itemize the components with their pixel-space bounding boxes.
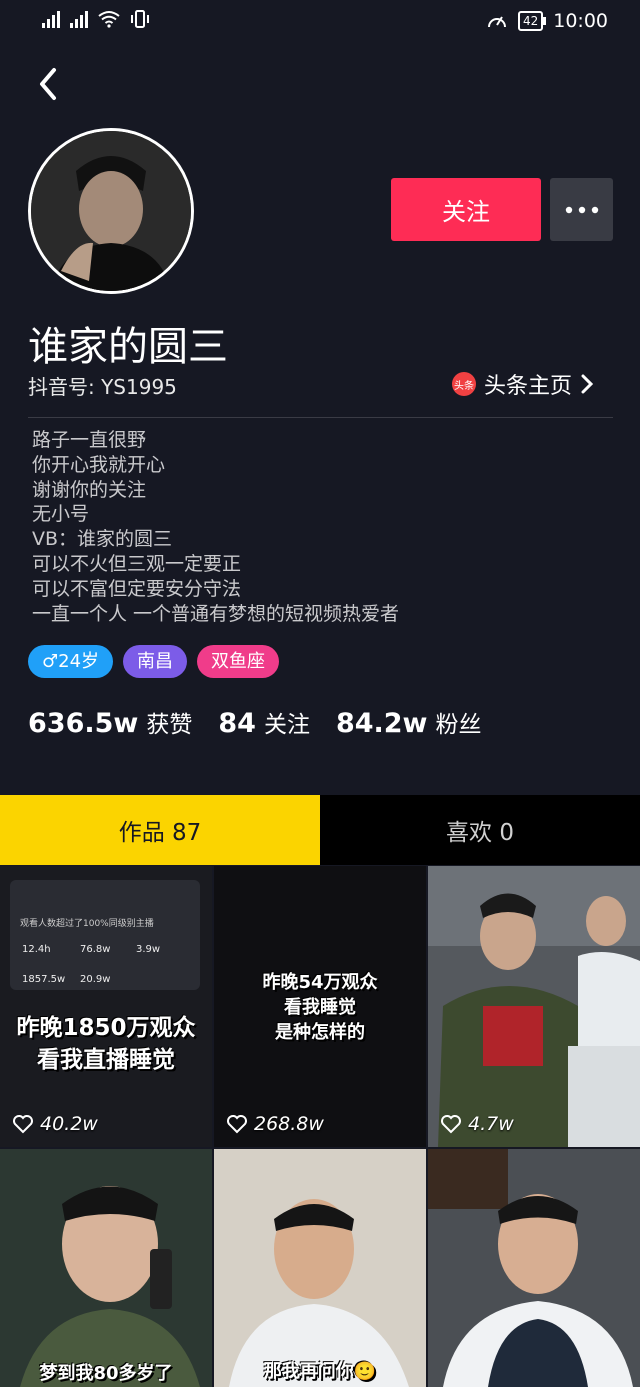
toutiao-label: 头条主页 [484, 374, 573, 399]
status-time: 10:00 [553, 10, 608, 32]
video-likes: 40.2w [12, 1113, 98, 1135]
profile-stats: 636.5w 获赞 84 关注 84.2w 粉丝 [28, 705, 482, 739]
bio-line: 谢谢你的关注 [32, 478, 147, 501]
status-bar: 42 10:00 [0, 0, 640, 46]
tag-age: ♂24岁 [28, 645, 114, 678]
video-thumb[interactable]: 4.7w [428, 866, 640, 1147]
video-caption: 昨晚1850万观众 看我直播睡觉 [16, 1015, 196, 1073]
battery-icon: 42 [517, 11, 547, 31]
cell-signal-icon-2 [70, 10, 88, 28]
douyin-id: 抖音号: YS1995 [28, 375, 177, 399]
follow-button[interactable]: 关注 [391, 178, 541, 241]
mini-stat: 76.8w [80, 944, 111, 955]
tag-location: 南昌 [123, 645, 188, 678]
likes-count: 268.8w [254, 1113, 324, 1135]
video-frame [0, 1149, 212, 1387]
profile-name: 谁家的圆三 [28, 324, 228, 370]
stat-label: 关注 [263, 712, 310, 738]
bio-line: 可以不火但三观一定要正 [32, 552, 242, 575]
more-button[interactable] [550, 178, 613, 241]
mini-stat: 1857.5w [22, 974, 66, 985]
chevron-right-icon [581, 374, 594, 394]
video-caption: 昨晚54万观众 看我睡觉 是种怎样的 [262, 972, 378, 1043]
stat-value: 636.5w [28, 708, 139, 739]
tag-zodiac: 双鱼座 [197, 645, 280, 678]
bio-line: 无小号 [32, 503, 90, 526]
mini-stat: 20.9w [80, 974, 111, 985]
stat-value: 84 [218, 708, 256, 739]
video-likes: 4.7w [440, 1113, 514, 1135]
mini-stat: 12.4h [22, 944, 51, 955]
bio-line: 路子一直很野 [32, 429, 147, 451]
video-thumb[interactable]: 梦到我80多岁了 [0, 1149, 212, 1387]
avatar[interactable] [28, 128, 194, 294]
stat-label: 获赞 [146, 712, 193, 738]
live-stats-headline: 观看人数超过了100%同级别主播 [20, 919, 154, 929]
video-thumb[interactable]: 昨晚54万观众 看我睡觉 是种怎样的 268.8w [214, 866, 426, 1147]
stat-label: 粉丝 [435, 712, 482, 738]
likes-count: 40.2w [40, 1113, 98, 1135]
divider [28, 417, 613, 418]
mini-stat: 3.9w [136, 944, 161, 955]
live-stats-card: 观看人数超过了100%同级别主播 12.4h 76.8w 3.9w 1857.5… [10, 880, 200, 990]
video-thumb[interactable]: 观看人数超过了100%同级别主播 12.4h 76.8w 3.9w 1857.5… [0, 866, 212, 1147]
video-frame [428, 1149, 640, 1387]
heart-icon [13, 1115, 33, 1134]
stat-value: 84.2w [335, 708, 428, 739]
tab-likes[interactable]: 喜欢 0 [320, 795, 640, 865]
back-button[interactable] [30, 64, 70, 104]
avatar-portrait [31, 131, 191, 291]
heart-icon [441, 1115, 461, 1134]
tab-works[interactable]: 作品 87 [0, 795, 320, 865]
heart-icon [227, 1115, 247, 1134]
stat-followers[interactable]: 84.2w 粉丝 [336, 705, 482, 739]
video-caption: 梦到我80多岁了 [39, 1363, 173, 1384]
vibrate-icon [131, 10, 149, 28]
speed-icon [487, 16, 506, 28]
video-frame [214, 1149, 426, 1387]
bio-line: 可以不富但定要安分守法 [32, 577, 242, 600]
bio-line: 你开心我就开心 [32, 453, 166, 476]
chevron-left-icon [40, 68, 56, 100]
bio-line: VB：谁家的圆三 [32, 528, 173, 551]
video-caption: 那我再问你🙂 [263, 1361, 377, 1382]
stat-likes[interactable]: 636.5w 获赞 [28, 705, 192, 739]
cell-signal-icon [42, 10, 60, 28]
bio-line: 一直一个人 一个普通有梦想的短视频热爱者 [32, 602, 400, 625]
toutiao-homepage-link[interactable]: 头条 头条主页 [452, 368, 594, 400]
wifi-icon [98, 11, 120, 28]
video-thumb[interactable]: 那我再问你🙂 [214, 1149, 426, 1387]
bio: 路子一直很野 你开心我就开心 谢谢你的关注 无小号 VB：谁家的圆三 可以不火但… [32, 428, 399, 626]
profile-tags: ♂24岁 南昌 双鱼座 [28, 645, 280, 678]
stat-following[interactable]: 84 关注 [218, 705, 310, 739]
likes-count: 4.7w [468, 1113, 514, 1135]
video-thumb[interactable] [428, 1149, 640, 1387]
more-dots-icon [565, 206, 598, 213]
content-tabs: 作品 87 喜欢 0 [0, 795, 640, 865]
video-likes: 268.8w [226, 1113, 324, 1135]
video-frame [428, 866, 640, 1147]
toutiao-icon: 头条 [452, 372, 476, 396]
